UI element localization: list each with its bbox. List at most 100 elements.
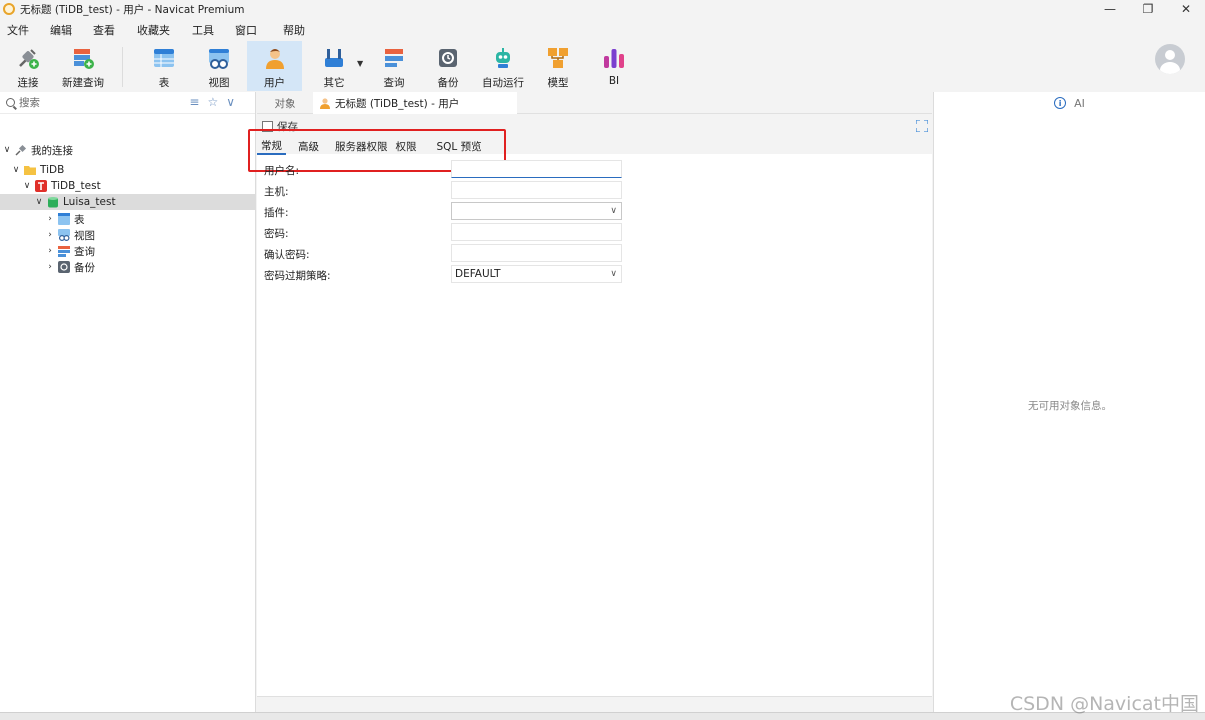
menu-view[interactable]: 查看 <box>93 22 115 38</box>
menu-help[interactable]: 帮助 <box>283 22 305 38</box>
plugin-row: 插件: ∨ <box>257 202 932 222</box>
user-avatar[interactable] <box>1155 44 1185 74</box>
chevron-down-icon[interactable]: ∨ <box>22 181 32 191</box>
confirm-password-input[interactable] <box>451 244 622 262</box>
watermark-text: CSDN @Navicat中国 <box>1009 693 1199 715</box>
password-expiry-value: DEFAULT <box>455 268 501 280</box>
tree-item-my-connections[interactable]: ∨ 我的连接 <box>2 142 73 158</box>
user-editor: 对象 无标题 (TiDB_test) - 用户 保存 常规 高级 服务器权限 权… <box>248 92 932 712</box>
tree-item-luisa-test-database[interactable]: ∨ Luisa_test <box>0 194 255 210</box>
chevron-down-icon[interactable]: ∨ <box>34 197 44 207</box>
toolbar-connect-button[interactable]: 连接 <box>10 41 46 91</box>
search-icon <box>6 98 15 107</box>
info-panel-header: i AI <box>934 92 1205 114</box>
toolbar-query-button[interactable]: 查询 <box>376 41 412 91</box>
star-icon[interactable]: ☆ <box>207 95 218 109</box>
tree-label: 我的连接 <box>31 144 73 157</box>
other-icon <box>322 46 346 70</box>
database-icon <box>47 196 59 208</box>
toolbar-new-query-button[interactable]: 新建查询 <box>60 41 106 91</box>
new-query-icon <box>71 46 95 70</box>
toolbar-query-label: 查询 <box>383 77 405 89</box>
menu-favorites[interactable]: 收藏夹 <box>137 22 170 38</box>
restore-button[interactable]: ❐ <box>1129 0 1167 18</box>
password-expiry-label: 密码过期策略: <box>264 270 331 282</box>
tab-untitled-user[interactable]: 无标题 (TiDB_test) - 用户 <box>313 92 517 114</box>
filter-icon[interactable]: ≡ <box>189 95 199 109</box>
window-title: 无标题 (TiDB_test) - 用户 - Navicat Premium <box>20 3 245 16</box>
host-row: 主机: <box>257 181 932 201</box>
confirm-password-label: 确认密码: <box>264 249 310 261</box>
minimize-button[interactable]: — <box>1091 0 1129 18</box>
plugin-select[interactable]: ∨ <box>451 202 622 220</box>
toolbar-bi-label: BI <box>608 75 620 87</box>
plugin-label: 插件: <box>264 207 289 219</box>
toolbar-backup-button[interactable]: 备份 <box>430 41 466 91</box>
tree-item-tidb-test-connection[interactable]: ∨ TiDB_test <box>22 178 101 194</box>
chevron-down-icon[interactable]: ∨ <box>2 145 12 155</box>
editor-tab-bar: 对象 无标题 (TiDB_test) - 用户 <box>257 92 932 114</box>
close-button[interactable]: ✕ <box>1167 0 1205 18</box>
info-icon[interactable]: i <box>1054 97 1067 109</box>
chevron-right-icon[interactable]: › <box>45 214 55 224</box>
navicat-app-icon <box>3 3 15 15</box>
toolbar-separator <box>122 47 123 87</box>
backup-icon <box>436 46 460 70</box>
toolbar-other-button[interactable]: 其它 <box>316 41 352 91</box>
menu-edit[interactable]: 编辑 <box>50 22 72 38</box>
tree-label: 查询 <box>74 245 95 258</box>
user-icon <box>319 97 331 109</box>
table-icon <box>152 46 176 70</box>
password-expiry-select[interactable]: DEFAULT ∨ <box>451 265 622 283</box>
view-icon <box>207 46 231 70</box>
tree-item-backups[interactable]: › 备份 <box>45 259 95 275</box>
menu-window[interactable]: 窗口 <box>235 22 257 38</box>
query-icon <box>382 46 406 70</box>
maximize-icon[interactable] <box>915 119 929 133</box>
navigation-pane: 搜索 ≡ ☆ ∨ ∨ 我的连接 ∨ TiDB ∨ TiDB_test ∨ Lui… <box>0 92 256 712</box>
chevron-right-icon[interactable]: › <box>45 230 55 240</box>
collapse-all-icon[interactable]: ∨ <box>226 95 235 109</box>
toolbar-user-button[interactable]: 用户 <box>247 41 302 91</box>
connections-icon <box>15 144 27 156</box>
toolbar-connect-label: 连接 <box>17 77 39 89</box>
tree-label: Luisa_test <box>63 196 116 208</box>
sidebar-search[interactable]: 搜索 ≡ ☆ ∨ <box>0 92 255 114</box>
chevron-down-icon: ∨ <box>610 269 617 279</box>
other-dropdown-arrow-icon[interactable]: ▼ <box>357 59 363 68</box>
tree-item-views[interactable]: › 视图 <box>45 227 95 243</box>
tab-document-title: 无标题 (TiDB_test) - 用户 <box>335 97 460 110</box>
toolbar-table-button[interactable]: 表 <box>146 41 182 91</box>
tree-item-tables[interactable]: › 表 <box>45 211 85 227</box>
toolbar-table-label: 表 <box>158 77 170 89</box>
empty-info-message: 无可用对象信息。 <box>1028 400 1112 412</box>
confirm-password-row: 确认密码: <box>257 244 932 264</box>
tree-label: 表 <box>74 213 85 226</box>
toolbar-bi-button[interactable]: BI <box>596 41 632 91</box>
password-input[interactable] <box>451 223 622 241</box>
tree-label: 备份 <box>74 261 95 274</box>
menu-file[interactable]: 文件 <box>7 22 29 38</box>
toolbar-automation-button[interactable]: 自动运行 <box>480 41 526 91</box>
tree-item-tidb-group[interactable]: ∨ TiDB <box>11 162 65 178</box>
query-icon <box>58 245 70 257</box>
host-input[interactable] <box>451 181 622 199</box>
chevron-right-icon[interactable]: › <box>45 246 55 256</box>
chevron-down-icon[interactable]: ∨ <box>11 165 21 175</box>
chevron-down-icon: ∨ <box>610 206 617 216</box>
automation-icon <box>491 46 515 70</box>
tab-objects[interactable]: 对象 <box>257 92 313 114</box>
view-icon <box>58 229 70 242</box>
password-expiry-row: 密码过期策略: DEFAULT ∨ <box>257 265 932 285</box>
chevron-right-icon[interactable]: › <box>45 262 55 272</box>
username-row: 用户名: <box>257 160 932 180</box>
toolbar-view-button[interactable]: 视图 <box>201 41 237 91</box>
model-icon <box>546 46 570 70</box>
toolbar-model-button[interactable]: 模型 <box>540 41 576 91</box>
username-input[interactable] <box>451 160 622 178</box>
menu-tools[interactable]: 工具 <box>192 22 214 38</box>
toolbar-new-query-label: 新建查询 <box>62 77 104 89</box>
info-panel: i AI 无可用对象信息。 <box>933 92 1205 712</box>
tree-item-queries[interactable]: › 查询 <box>45 243 95 259</box>
ai-tab[interactable]: AI <box>1074 97 1085 110</box>
